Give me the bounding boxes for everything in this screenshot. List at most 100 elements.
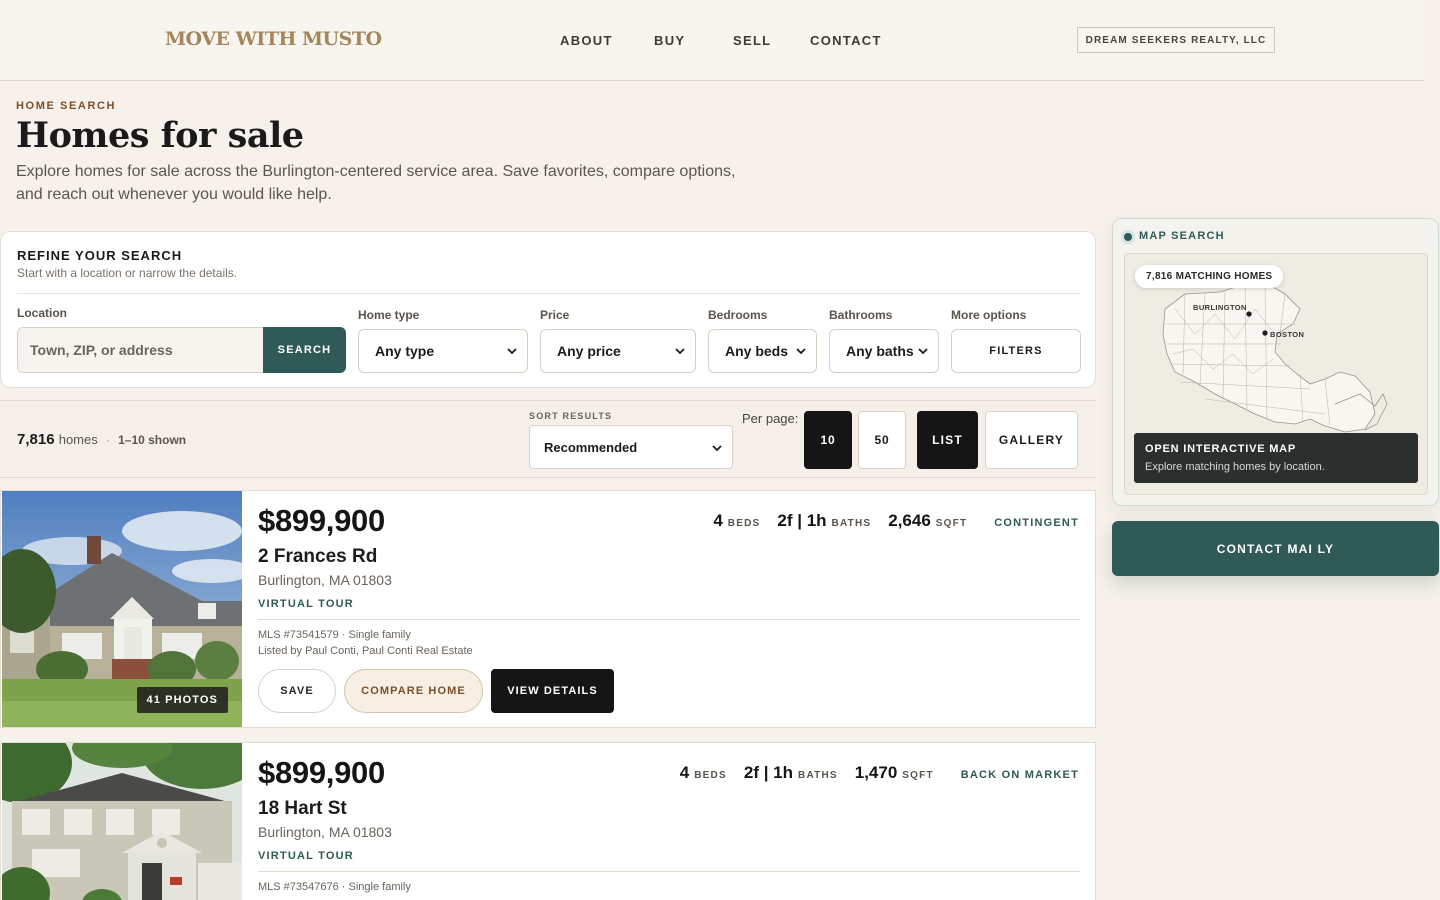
divider bbox=[258, 871, 1080, 872]
map-search-card[interactable]: MAP SEARCH 7,816 MATCHING HOMES BURLINGT… bbox=[1112, 218, 1439, 506]
refine-search-panel: REFINE YOUR SEARCH Start with a location… bbox=[0, 231, 1096, 388]
location-label: Location bbox=[17, 306, 67, 320]
save-button[interactable]: SAVE bbox=[258, 669, 336, 713]
baths-value: 2f | 1h bbox=[777, 511, 827, 530]
sqft-value: 1,470 bbox=[854, 763, 898, 782]
nav-sell[interactable]: SELL bbox=[733, 33, 771, 48]
contact-agent-button[interactable]: CONTACT MAI LY bbox=[1112, 521, 1439, 576]
house-photo-image bbox=[2, 743, 242, 900]
virtual-tour-link[interactable]: VIRTUAL TOUR bbox=[258, 850, 354, 862]
bathrooms-select[interactable]: Any baths bbox=[829, 329, 939, 373]
beds-stat: 4 BEDS bbox=[713, 511, 760, 531]
listing-city: Burlington, MA 01803 bbox=[258, 824, 392, 840]
page-title: Homes for sale bbox=[16, 115, 304, 156]
filters-button[interactable]: FILTERS bbox=[951, 329, 1081, 373]
listing-photo[interactable]: 41 PHOTOS bbox=[2, 491, 242, 727]
listing-mls: MLS #73541579 · Single family bbox=[258, 629, 411, 641]
sort-label: SORT RESULTS bbox=[529, 411, 613, 421]
sqft-stat: 1,470 SQFT bbox=[855, 763, 934, 783]
home-type-label: Home type bbox=[358, 308, 420, 322]
chevron-down-icon bbox=[675, 348, 685, 355]
sort-select[interactable]: Recommended bbox=[529, 425, 733, 469]
listing-mls: MLS #73547676 · Single family bbox=[258, 881, 411, 893]
listing-stats: 4 BEDS 2f | 1h BATHS 2,646 SQFT CONTINGENT bbox=[713, 511, 1079, 531]
page-intro: Explore homes for sale across the Burlin… bbox=[16, 163, 736, 203]
open-map-overlay[interactable]: OPEN INTERACTIVE MAP Explore matching ho… bbox=[1134, 433, 1418, 483]
home-type-select[interactable]: Any type bbox=[358, 329, 528, 373]
divider bbox=[17, 293, 1081, 294]
chevron-down-icon bbox=[712, 445, 722, 452]
bedrooms-label: Bedrooms bbox=[708, 308, 768, 322]
beds-value: 4 bbox=[713, 511, 723, 530]
search-button[interactable]: SEARCH bbox=[263, 327, 346, 373]
baths-stat: 2f | 1h BATHS bbox=[777, 511, 871, 531]
baths-value: 2f | 1h bbox=[743, 763, 794, 782]
per-page-label: Per page: bbox=[742, 411, 799, 426]
listing-photo[interactable] bbox=[2, 743, 242, 900]
bedrooms-select[interactable]: Any beds bbox=[708, 329, 817, 373]
price-label: Price bbox=[540, 308, 570, 322]
map-preview[interactable]: 7,816 MATCHING HOMES BURLINGTON BOSTON O… bbox=[1124, 253, 1428, 495]
sqft-unit: SQFT bbox=[935, 518, 968, 529]
nav-contact[interactable]: CONTACT bbox=[810, 33, 882, 48]
results-count-unit: homes bbox=[58, 432, 98, 447]
map-status-dot-icon bbox=[1124, 233, 1132, 241]
listing-price: $899,900 bbox=[258, 755, 385, 790]
price-value: Any price bbox=[557, 343, 621, 359]
per-page-10-button[interactable]: 10 bbox=[804, 411, 852, 469]
photo-count-badge[interactable]: 41 PHOTOS bbox=[136, 687, 228, 713]
sort-value: Recommended bbox=[544, 439, 638, 455]
chevron-down-icon bbox=[507, 348, 517, 355]
brokerage-badge[interactable]: DREAM SEEKERS REALTY, LLC bbox=[1077, 27, 1275, 53]
site-logo[interactable]: MOVE WITH MUSTO bbox=[165, 28, 382, 50]
open-map-title: OPEN INTERACTIVE MAP bbox=[1145, 443, 1297, 455]
divider bbox=[258, 619, 1080, 620]
nav-buy[interactable]: BUY bbox=[654, 33, 685, 48]
view-gallery-button[interactable]: GALLERY bbox=[985, 411, 1078, 469]
beds-unit: BEDS bbox=[694, 770, 727, 781]
listing-address[interactable]: 18 Hart St bbox=[258, 798, 347, 820]
site-header: MOVE WITH MUSTO ABOUT BUY SELL CONTACT D… bbox=[0, 0, 1424, 81]
status-badge: CONTINGENT bbox=[994, 517, 1079, 529]
sqft-value: 2,646 bbox=[888, 511, 931, 530]
per-page-50-button[interactable]: 50 bbox=[858, 411, 906, 469]
compare-home-button[interactable]: COMPARE HOME bbox=[344, 669, 483, 713]
results-shown: 1–10 shown bbox=[118, 433, 187, 447]
baths-stat: 2f | 1h BATHS bbox=[744, 763, 838, 783]
refine-subtitle: Start with a location or narrow the deta… bbox=[17, 266, 238, 280]
refine-title: REFINE YOUR SEARCH bbox=[17, 248, 183, 263]
beds-unit: BEDS bbox=[727, 518, 761, 529]
price-select[interactable]: Any price bbox=[540, 329, 696, 373]
location-input[interactable] bbox=[17, 327, 264, 373]
map-city-burlington: BURLINGTON bbox=[1193, 303, 1247, 312]
page-eyebrow: HOME SEARCH bbox=[16, 100, 117, 112]
results-toolbar: 7,816 homes · 1–10 shown SORT RESULTS Re… bbox=[0, 400, 1096, 478]
bathrooms-value: Any baths bbox=[846, 343, 914, 359]
view-details-button[interactable]: VIEW DETAILS bbox=[491, 669, 614, 713]
separator: · bbox=[105, 433, 110, 447]
listing-city: Burlington, MA 01803 bbox=[258, 572, 392, 588]
more-options-label: More options bbox=[951, 308, 1027, 322]
baths-unit: BATHS bbox=[831, 518, 872, 529]
listing-price: $899,900 bbox=[258, 503, 385, 538]
beds-value: 4 bbox=[679, 763, 690, 782]
listing-agent: Listed by Paul Conti, Paul Conti Real Es… bbox=[258, 645, 473, 657]
home-type-value: Any type bbox=[375, 343, 435, 359]
listing-card[interactable]: 41 PHOTOS $899,900 2 Frances Rd Burlingt… bbox=[0, 490, 1096, 728]
chevron-down-icon bbox=[796, 348, 806, 355]
nav-about[interactable]: ABOUT bbox=[560, 33, 613, 48]
listing-card[interactable]: $899,900 18 Hart St Burlington, MA 01803… bbox=[0, 742, 1096, 900]
results-count: 7,816 homes · 1–10 shown bbox=[17, 431, 186, 448]
chevron-down-icon bbox=[918, 348, 928, 355]
beds-stat: 4 BEDS bbox=[680, 763, 727, 783]
sqft-unit: SQFT bbox=[902, 770, 934, 781]
view-list-button[interactable]: LIST bbox=[917, 411, 978, 469]
bathrooms-label: Bathrooms bbox=[829, 308, 893, 322]
virtual-tour-link[interactable]: VIRTUAL TOUR bbox=[258, 598, 354, 610]
baths-unit: BATHS bbox=[798, 770, 838, 781]
listing-address[interactable]: 2 Frances Rd bbox=[258, 546, 377, 568]
matching-homes-pill: 7,816 MATCHING HOMES bbox=[1135, 265, 1284, 288]
results-count-number: 7,816 bbox=[17, 431, 55, 448]
open-map-subtitle: Explore matching homes by location. bbox=[1145, 461, 1325, 473]
bedrooms-value: Any beds bbox=[725, 343, 789, 359]
